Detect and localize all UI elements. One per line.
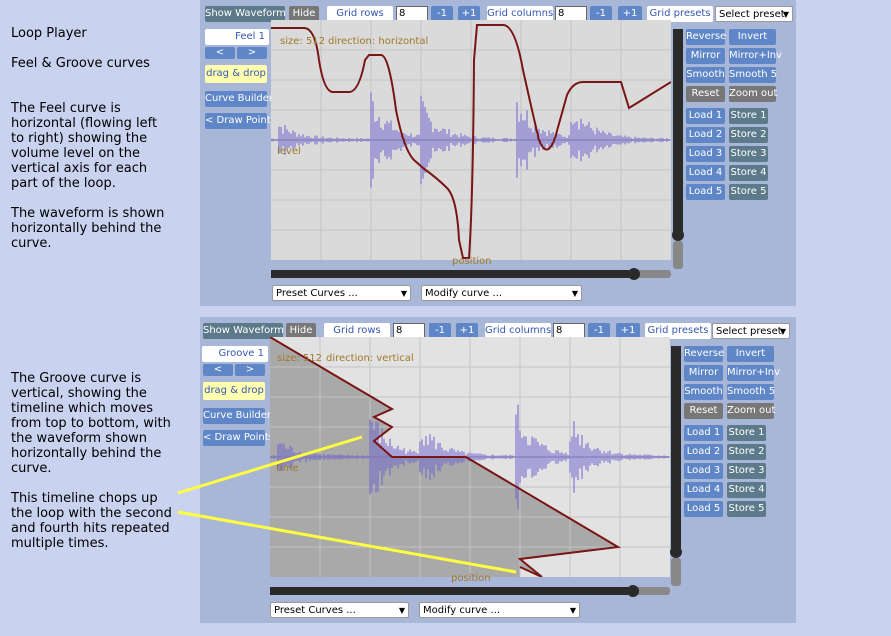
page: { "sidebar": { "title": "Loop Player", "… <box>0 0 891 636</box>
annotation-overlay <box>177 435 517 574</box>
annotation-arrow-lower <box>177 510 517 574</box>
annotation-arrow-upper <box>177 435 363 495</box>
